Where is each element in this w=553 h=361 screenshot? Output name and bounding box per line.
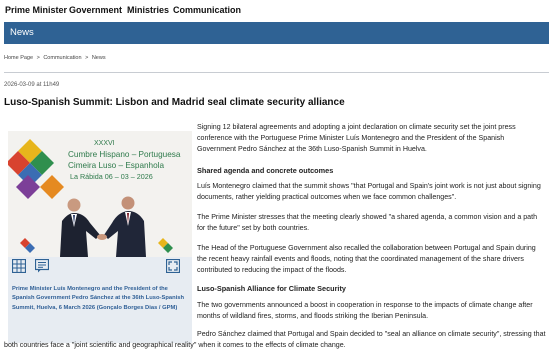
nav-communication[interactable]: Communication: [173, 5, 241, 15]
article-paragraph: Pedro Sánchez claimed that Portugal and …: [4, 330, 546, 350]
nav-ministries[interactable]: Ministries: [127, 5, 169, 15]
article-paragraph: The Prime Minister stresses that the mee…: [197, 213, 538, 233]
nav-government[interactable]: Government: [69, 5, 122, 15]
article-subheading: Shared agenda and concrete outcomes: [197, 166, 334, 175]
divider: [4, 72, 549, 73]
summit-number: XXXVI: [94, 140, 115, 147]
article-paragraph: Signing 12 bilateral agreements and adop…: [197, 123, 516, 154]
breadcrumb-separator: >: [85, 55, 89, 61]
article-paragraph: The two governments announced a boost in…: [197, 301, 533, 321]
summit-place-date: La Rábida 06 – 03 – 2026: [70, 172, 153, 181]
expand-icon[interactable]: [165, 258, 181, 274]
article-date: 2026-03-09 at 11h49: [4, 82, 60, 88]
breadcrumb-current: News: [91, 55, 106, 61]
article-title: Luso-Spanish Summit: Lisbon and Madrid s…: [4, 97, 345, 108]
breadcrumb-separator: >: [36, 55, 40, 61]
gallery-grid-icon[interactable]: [11, 258, 27, 274]
breadcrumb: Home Page > Communication > News: [4, 55, 106, 61]
photo-caption: Prime Minister Luís Montenegro and the P…: [12, 286, 185, 311]
summit-line-1: Cumbre Hispano – Portuguesa: [68, 150, 181, 159]
article-subheading: Luso-Spanish Alliance for Climate Securi…: [197, 284, 346, 293]
breadcrumb-communication[interactable]: Communication: [43, 55, 81, 61]
summit-line-2: Cimeira Luso – Espanhola: [68, 161, 164, 170]
section-header-bar: News: [4, 22, 549, 44]
summit-photo-illustration: XXXVI Cumbre Hispano – Portuguesa Cimeir…: [8, 131, 192, 257]
section-title: News: [10, 27, 34, 38]
article-photo[interactable]: XXXVI Cumbre Hispano – Portuguesa Cimeir…: [8, 131, 192, 257]
top-navigation: Prime Minister Government Ministries Com…: [0, 0, 553, 22]
breadcrumb-home[interactable]: Home Page: [4, 55, 33, 61]
article-paragraph: Luís Montenegro claimed that the summit …: [197, 182, 541, 202]
article-paragraph: The Head of the Portuguese Government al…: [197, 244, 536, 275]
text-caption-icon[interactable]: [34, 258, 50, 273]
nav-prime-minister[interactable]: Prime Minister: [5, 5, 67, 15]
